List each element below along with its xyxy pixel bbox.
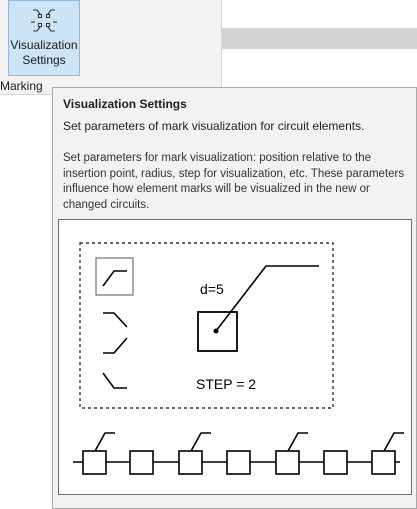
mark-style-down-right: [103, 312, 128, 328]
step-label: STEP = 2: [196, 376, 256, 392]
mark-style-up-right: [102, 270, 127, 287]
tooltip: Visualization Settings Set parameters of…: [52, 87, 417, 509]
mark-visualization-icon: [31, 9, 57, 32]
circuit-chain: [73, 432, 404, 475]
radius-label: d=5: [200, 281, 224, 297]
toolbar-bar: [222, 28, 417, 49]
tooltip-summary: Set parameters of mark visualization for…: [63, 119, 365, 133]
mark-visualization-diagram: d=5 STEP = 2: [73, 242, 404, 475]
tooltip-illustration: d=5 STEP = 2: [58, 219, 412, 495]
tooltip-description: Set parameters for mark visualization: p…: [63, 152, 405, 211]
mark-style-up-left: [103, 337, 128, 354]
visualization-settings-label: Visualization Settings: [10, 38, 78, 67]
mark-style-down-left: [102, 372, 127, 389]
ribbon-tab-strip: [222, 0, 417, 29]
visualization-settings-button[interactable]: Visualization Settings: [8, 0, 80, 76]
tooltip-title: Visualization Settings: [63, 97, 187, 111]
mark-leader-line: [215, 265, 319, 332]
ribbon-group-label: Marking: [0, 79, 43, 93]
ribbon-panel: Visualization Settings Marking: [0, 0, 222, 95]
selected-mark-style-box: [95, 257, 134, 296]
